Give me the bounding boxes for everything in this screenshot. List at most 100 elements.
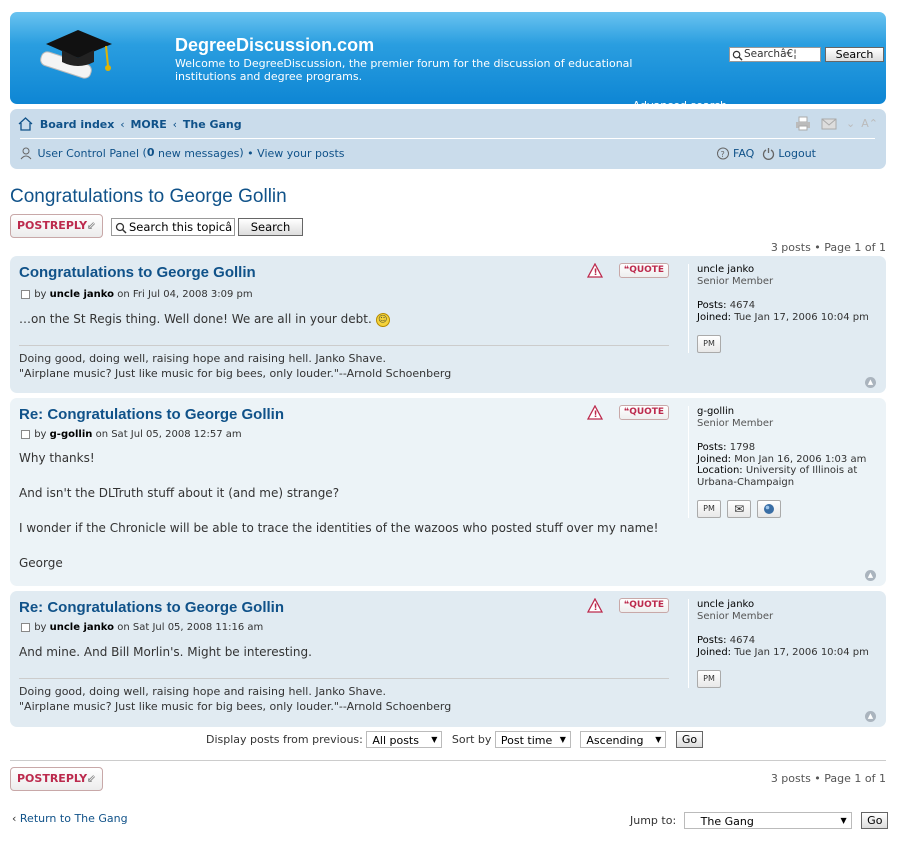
site-header: DegreeDiscussion.com Welcome to DegreeDi…: [10, 12, 886, 112]
profile-username[interactable]: uncle janko: [697, 599, 878, 611]
breadcrumb-board-index[interactable]: Board index: [40, 118, 115, 131]
display-previous-select[interactable]: All posts ▼: [366, 731, 443, 748]
post-text: George: [19, 556, 63, 570]
location-label: Location:: [697, 465, 743, 476]
search-icon: [115, 222, 127, 234]
sort-direction-value: Ascending: [586, 733, 644, 747]
website-icon[interactable]: [757, 500, 782, 518]
signature-line: Doing good, doing well, raising hope and…: [19, 352, 386, 365]
breadcrumb-separator: ‹: [172, 117, 178, 131]
post-text: Why thanks!: [19, 451, 95, 465]
post-text: I wonder if the Chronicle will be able t…: [19, 521, 659, 535]
pm-icon[interactable]: PM: [697, 335, 721, 353]
post-icon: [21, 289, 30, 299]
profile-username[interactable]: g-gollin: [697, 406, 878, 418]
pm-icon[interactable]: PM: [697, 500, 721, 518]
topic-search-button[interactable]: Search: [238, 218, 303, 236]
profile-rank: Senior Member: [697, 610, 774, 622]
email-topic-icon[interactable]: [821, 118, 837, 130]
navbar-divider: [20, 138, 875, 139]
back-to-top-icon[interactable]: ▲: [865, 711, 876, 722]
post-title[interactable]: Re: Congratulations to George Gollin: [19, 406, 284, 423]
pm-label: PM: [703, 504, 715, 513]
post-author-name[interactable]: uncle janko: [50, 622, 114, 633]
jump-to-label: Jump to:: [630, 814, 677, 827]
dropdown-caret-icon: ▼: [431, 735, 438, 744]
posts-label: Posts:: [697, 442, 727, 453]
sort-key-value: Post time: [500, 733, 553, 747]
font-size-label: A: [861, 117, 869, 131]
post-author-name[interactable]: g-gollin: [50, 429, 93, 440]
post-author-name[interactable]: uncle janko: [50, 289, 114, 300]
user-links: User Control Panel (0 new messages) • Vi…: [20, 146, 345, 160]
topic-title[interactable]: Congratulations to George Gollin: [10, 186, 287, 208]
sort-key-select[interactable]: Post time ▼: [494, 731, 571, 748]
display-from-label: Display posts from previous:: [206, 733, 363, 746]
new-messages-link[interactable]: (0 new messages): [143, 146, 244, 160]
report-icon[interactable]: !: [587, 405, 603, 420]
new-messages-count: 0: [146, 146, 155, 160]
site-description: Welcome to DegreeDiscussion, the premier…: [175, 57, 633, 83]
print-icon[interactable]: [795, 116, 811, 131]
quote-button[interactable]: ❝QUOTE: [619, 263, 669, 278]
graduation-cap-logo: [40, 30, 112, 79]
quote-button[interactable]: ❝QUOTE: [619, 405, 669, 420]
topic-search-input[interactable]: Search this topicâ: [111, 218, 235, 236]
pm-icon[interactable]: PM: [697, 670, 721, 688]
svg-text:!: !: [594, 603, 598, 613]
post-author-line: by g-gollin on Sat Jul 05, 2008 12:57 am: [21, 429, 242, 440]
breadcrumb-the-gang[interactable]: The Gang: [183, 118, 242, 131]
email-icon[interactable]: ✉: [727, 500, 752, 518]
signature-line: "Airplane music? Just like music for big…: [19, 700, 452, 713]
post-text: And mine. And Bill Morlin's. Might be in…: [19, 645, 312, 659]
post-date: on Sat Jul 05, 2008 12:57 am: [95, 429, 242, 440]
jump-go-button[interactable]: Go: [861, 812, 889, 829]
post-title[interactable]: Congratulations to George Gollin: [19, 264, 256, 281]
svg-text:!: !: [594, 268, 598, 278]
posts-count: 4674: [729, 635, 756, 646]
breadcrumb-more[interactable]: MORE: [130, 118, 166, 131]
header-search-input[interactable]: Searchâ€¦: [729, 47, 821, 62]
view-your-posts-link[interactable]: View your posts: [257, 147, 344, 160]
logout-link[interactable]: Logout: [778, 147, 816, 160]
site-title[interactable]: DegreeDiscussion.com: [175, 35, 374, 56]
jump-to-select[interactable]: The Gang ▼: [683, 812, 852, 829]
pm-label: PM: [703, 674, 715, 683]
post-reply-button-bottom[interactable]: POSTREPLY ⇙: [10, 767, 103, 791]
header-search-button[interactable]: Search: [825, 47, 884, 62]
ucp-link[interactable]: User Control Panel: [38, 147, 140, 160]
navbar: Board index ‹ MORE ‹ The Gang ⌄ A⌃ User C…: [10, 109, 886, 169]
profile-username[interactable]: uncle janko: [697, 264, 878, 276]
post: Congratulations to George Gollin ! ❝QUOT…: [10, 256, 886, 393]
contact-icons: PM: [697, 670, 878, 688]
back-to-top-icon[interactable]: ▲: [865, 377, 876, 388]
report-icon[interactable]: !: [587, 598, 603, 613]
post-content: …on the St Regis thing. Well done! We ar…: [19, 311, 669, 329]
post-reply-label: POSTREPLY: [17, 772, 88, 785]
display-go-button[interactable]: Go: [675, 731, 704, 748]
report-icon[interactable]: !: [587, 263, 603, 278]
quote-button[interactable]: ❝QUOTE: [619, 598, 669, 613]
profile-joined: Joined: Tue Jan 17, 2006 10:04 pm: [697, 647, 878, 659]
return-link[interactable]: ‹ Return to The Gang: [12, 812, 128, 825]
post-date: on Sat Jul 05, 2008 11:16 am: [117, 622, 264, 633]
page-tools: ⌄ A⌃: [795, 116, 878, 131]
sort-direction-select[interactable]: Ascending ▼: [580, 731, 667, 748]
post-text: …on the St Regis thing. Well done! We ar…: [19, 312, 372, 326]
post-reply-button[interactable]: POSTREPLY ⇙: [10, 214, 103, 238]
reply-arrow-icon: ⇙: [86, 772, 96, 785]
signature: Doing good, doing well, raising hope and…: [19, 345, 669, 381]
joined-date: Tue Jan 17, 2006 10:04 pm: [734, 311, 869, 323]
font-size-change-icon[interactable]: ⌄ A⌃: [846, 117, 878, 131]
home-icon: [18, 117, 33, 131]
back-to-top-icon[interactable]: ▲: [865, 570, 876, 581]
post-profile: uncle janko Senior Member Posts: 4674 Jo…: [688, 599, 878, 688]
posts-label: Posts:: [697, 635, 727, 646]
faq-link[interactable]: FAQ: [733, 147, 754, 160]
post-title[interactable]: Re: Congratulations to George Gollin: [19, 599, 284, 616]
profile-joined: Joined: Mon Jan 16, 2006 1:03 am: [697, 454, 878, 466]
left-chevron-icon: ‹: [12, 812, 17, 825]
